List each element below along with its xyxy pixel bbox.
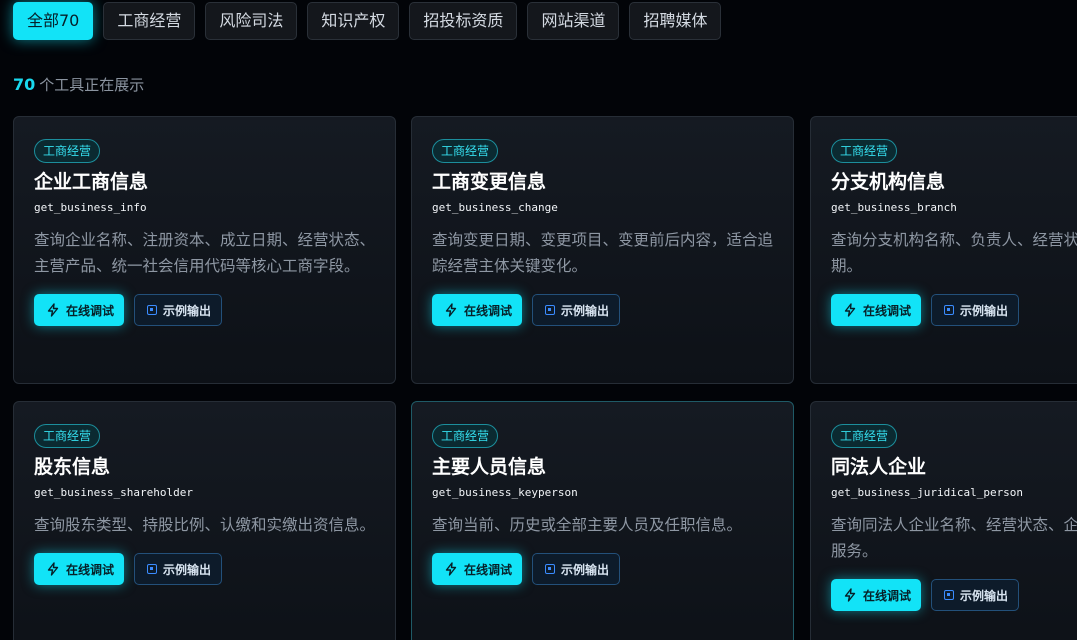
sample-output-label: 示例输出 (561, 303, 610, 318)
card-description: 查询同法人企业名称、经营状态、企业类型等产品服务。 (831, 516, 1077, 560)
online-debug-button[interactable]: 在线调试 (432, 553, 523, 585)
category-badge: 工商经营 (831, 424, 898, 448)
lightning-icon (46, 562, 60, 576)
category-badge: 工商经营 (34, 139, 101, 163)
card-actions: 在线调试 示例输出 (831, 294, 1077, 326)
card-title: 同法人企业 (831, 456, 927, 478)
online-debug-button[interactable]: 在线调试 (831, 294, 922, 326)
tool-count-text: 个工具正在展示 (39, 76, 145, 94)
card-description: 查询当前、历史或全部主要人员及任职信息。 (432, 516, 743, 534)
category-badge: 工商经营 (831, 139, 898, 163)
card-function-name: get_business_juridical_person (831, 486, 1024, 499)
sample-output-label: 示例输出 (561, 562, 610, 577)
square-icon (147, 564, 158, 574)
tool-card-business-change: 工商经营 工商变更信息 get_business_change 查询变更日期、变… (411, 116, 794, 384)
sample-output-label: 示例输出 (163, 562, 212, 577)
category-tabs: 全部70 工商经营 风险司法 知识产权 招投标资质 网站渠道 招聘媒体 (13, 2, 722, 40)
square-icon (545, 305, 556, 315)
online-debug-label: 在线调试 (66, 562, 115, 577)
card-title: 分支机构信息 (831, 171, 946, 193)
lightning-icon (444, 303, 458, 317)
card-title: 主要人员信息 (432, 456, 547, 478)
tool-card-business-shareholder: 工商经营 股东信息 get_business_shareholder 查询股东类… (13, 401, 396, 640)
card-function-name: get_business_info (34, 201, 147, 214)
online-debug-label: 在线调试 (464, 303, 513, 318)
card-actions: 在线调试 示例输出 (432, 294, 773, 326)
card-description: 查询股东类型、持股比例、认缴和实缴出资信息。 (34, 516, 376, 534)
category-badge: 工商经营 (432, 139, 499, 163)
sample-output-button[interactable]: 示例输出 (532, 553, 621, 585)
card-description: 查询变更日期、变更项目、变更前后内容，适合追踪经营主体关键变化。 (432, 231, 774, 275)
tool-count-summary: 70 个工具正在展示 (13, 74, 144, 95)
sample-output-button[interactable]: 示例输出 (134, 553, 223, 585)
tab-website-channel[interactable]: 网站渠道 (527, 2, 620, 40)
tab-bidding-qualification[interactable]: 招投标资质 (409, 2, 518, 40)
card-function-name: get_business_keyperson (432, 486, 578, 499)
square-icon (944, 305, 955, 315)
card-title: 企业工商信息 (34, 171, 149, 193)
card-actions: 在线调试 示例输出 (831, 579, 1077, 611)
square-icon (147, 305, 158, 315)
sample-output-label: 示例输出 (163, 303, 212, 318)
square-icon (545, 564, 556, 574)
online-debug-button[interactable]: 在线调试 (432, 294, 523, 326)
sample-output-button[interactable]: 示例输出 (532, 294, 621, 326)
sample-output-button[interactable]: 示例输出 (134, 294, 223, 326)
tab-business[interactable]: 工商经营 (103, 2, 196, 40)
lightning-icon (843, 588, 857, 602)
card-actions: 在线调试 示例输出 (34, 553, 375, 585)
online-debug-label: 在线调试 (464, 562, 513, 577)
card-actions: 在线调试 示例输出 (432, 553, 773, 585)
square-icon (944, 590, 955, 600)
tool-gallery-page: 全部70 工商经营 风险司法 知识产权 招投标资质 网站渠道 招聘媒体 70 个工… (0, 0, 1077, 640)
card-description: 查询分支机构名称、负责人、经营状态、成立日期。 (831, 231, 1077, 275)
card-title: 工商变更信息 (432, 171, 547, 193)
online-debug-button[interactable]: 在线调试 (34, 294, 125, 326)
tab-intellectual-property[interactable]: 知识产权 (307, 2, 400, 40)
tool-count: 70 (13, 75, 36, 94)
sample-output-label: 示例输出 (960, 303, 1009, 318)
tab-risk-judicial[interactable]: 风险司法 (205, 2, 298, 40)
tool-card-business-juridical-person: 工商经营 同法人企业 get_business_juridical_person… (810, 401, 1077, 640)
sample-output-button[interactable]: 示例输出 (931, 579, 1020, 611)
card-function-name: get_business_branch (831, 201, 957, 214)
category-badge: 工商经营 (34, 424, 101, 448)
online-debug-label: 在线调试 (863, 588, 912, 603)
online-debug-label: 在线调试 (863, 303, 912, 318)
tab-all[interactable]: 全部70 (13, 2, 94, 40)
tool-card-business-branch: 工商经营 分支机构信息 get_business_branch 查询分支机构名称… (810, 116, 1077, 384)
card-description: 查询企业名称、注册资本、成立日期、经营状态、主营产品、统一社会信用代码等核心工商… (34, 231, 376, 275)
lightning-icon (843, 303, 857, 317)
online-debug-label: 在线调试 (66, 303, 115, 318)
tool-card-business-info: 工商经营 企业工商信息 get_business_info 查询企业名称、注册资… (13, 116, 396, 384)
sample-output-button[interactable]: 示例输出 (931, 294, 1020, 326)
category-badge: 工商经营 (432, 424, 499, 448)
tab-recruitment-media[interactable]: 招聘媒体 (629, 2, 722, 40)
online-debug-button[interactable]: 在线调试 (831, 579, 922, 611)
tool-card-business-keyperson: 工商经营 主要人员信息 get_business_keyperson 查询当前、… (411, 401, 794, 640)
lightning-icon (46, 303, 60, 317)
card-actions: 在线调试 示例输出 (34, 294, 375, 326)
card-title: 股东信息 (34, 456, 111, 478)
sample-output-label: 示例输出 (960, 588, 1009, 603)
online-debug-button[interactable]: 在线调试 (34, 553, 125, 585)
card-function-name: get_business_shareholder (34, 486, 193, 499)
lightning-icon (444, 562, 458, 576)
card-function-name: get_business_change (432, 201, 558, 214)
